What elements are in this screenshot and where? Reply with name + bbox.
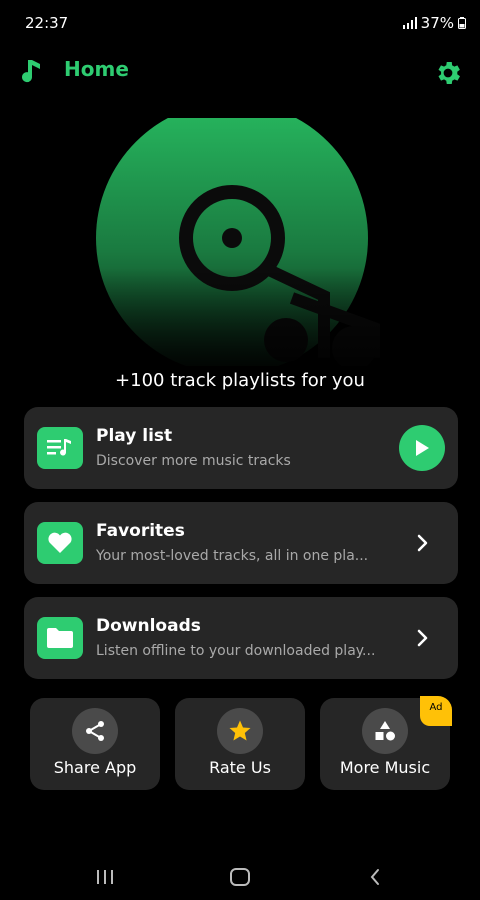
back-icon xyxy=(370,869,379,885)
system-nav-bar xyxy=(0,856,480,900)
play-icon xyxy=(416,440,429,456)
card-title: Downloads xyxy=(96,616,201,636)
page-title: Home xyxy=(64,57,129,81)
ad-badge: Ad xyxy=(420,696,452,726)
card-title: Favorites xyxy=(96,521,185,541)
battery-percent: 37% xyxy=(420,14,454,32)
status-bar: 22:37 37% xyxy=(0,0,480,48)
gear-icon[interactable] xyxy=(433,58,463,88)
tile-label: More Music xyxy=(339,758,431,777)
rate-us-button[interactable]: Rate Us xyxy=(175,698,305,790)
tile-label: Rate Us xyxy=(209,758,271,777)
shapes-icon xyxy=(362,708,408,754)
hero-tagline: +100 track playlists for you xyxy=(115,370,365,391)
back-button[interactable] xyxy=(360,864,390,890)
battery-icon xyxy=(458,17,466,29)
chevron-right-icon xyxy=(417,629,428,647)
music-note-icon xyxy=(22,60,40,83)
folder-icon xyxy=(37,617,83,659)
card-title: Play list xyxy=(96,426,173,446)
share-app-button[interactable]: Share App xyxy=(30,698,160,790)
heart-icon xyxy=(37,522,83,564)
hero-illustration xyxy=(24,118,456,366)
status-time: 22:37 xyxy=(25,14,69,32)
app-header: Home xyxy=(0,48,480,96)
card-subtitle: Your most-loved tracks, all in one pla..… xyxy=(96,548,369,564)
home-icon xyxy=(230,868,250,886)
card-subtitle: Discover more music tracks xyxy=(96,453,291,469)
vinyl-record-icon xyxy=(24,118,456,366)
favorites-card[interactable]: Favorites Your most-loved tracks, all in… xyxy=(24,502,458,584)
status-indicators: 37% xyxy=(402,14,466,32)
home-button[interactable] xyxy=(225,864,255,890)
share-icon xyxy=(72,708,118,754)
tile-label: Share App xyxy=(53,758,137,777)
star-icon xyxy=(217,708,263,754)
signal-icon xyxy=(402,17,417,29)
playlist-icon xyxy=(37,427,83,469)
more-music-button[interactable]: More Music Ad xyxy=(320,696,452,790)
play-button[interactable] xyxy=(399,425,445,471)
card-subtitle: Listen offline to your downloaded play..… xyxy=(96,643,376,659)
playlist-card[interactable]: Play list Discover more music tracks xyxy=(24,407,458,489)
recent-apps-button[interactable] xyxy=(90,864,120,890)
downloads-card[interactable]: Downloads Listen offline to your downloa… xyxy=(24,597,458,679)
recent-apps-icon xyxy=(97,870,113,884)
chevron-right-icon xyxy=(417,534,428,552)
